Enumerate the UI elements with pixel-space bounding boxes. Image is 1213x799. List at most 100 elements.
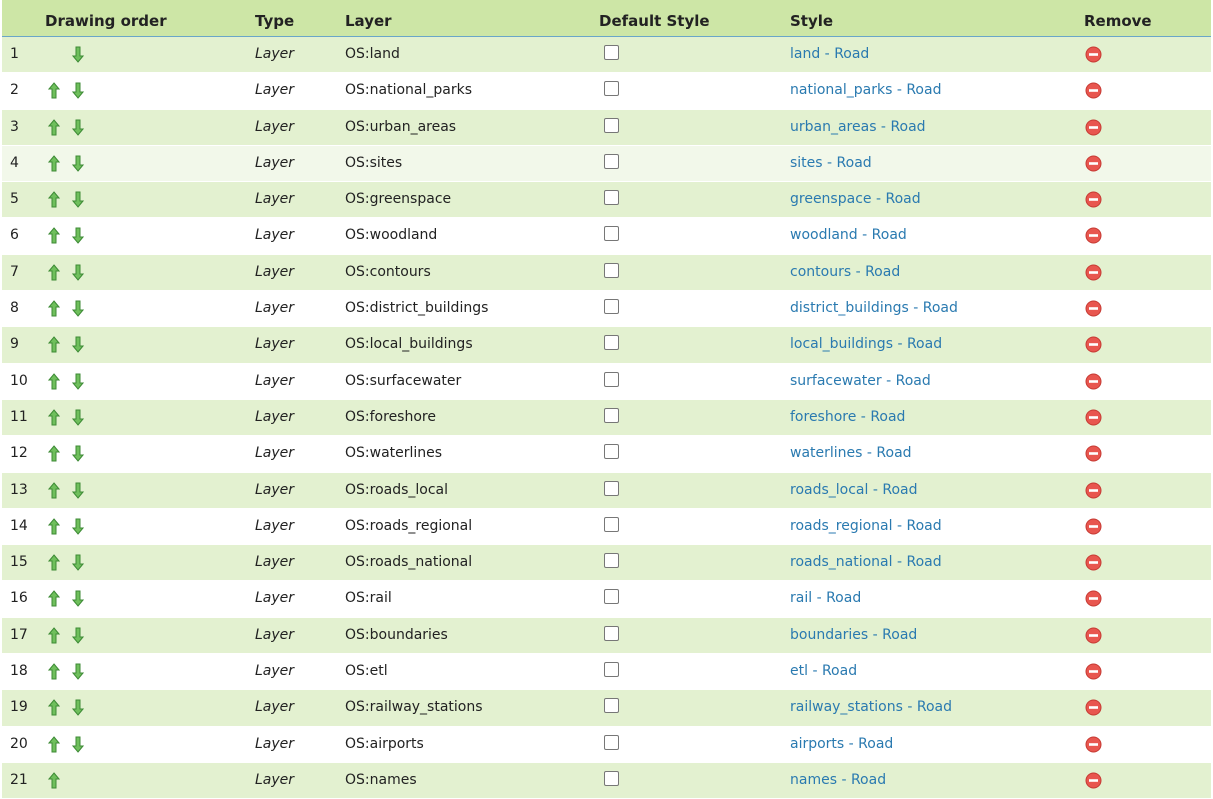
move-down-icon[interactable] <box>72 291 88 326</box>
default-style-checkbox[interactable] <box>604 37 619 72</box>
style-link-theme[interactable]: Road <box>865 264 900 280</box>
move-up-icon[interactable] <box>48 182 64 217</box>
move-up-icon[interactable] <box>48 509 64 544</box>
style-link[interactable]: woodland - Road <box>790 218 907 253</box>
style-link[interactable]: surfacewater - Road <box>790 364 931 399</box>
style-link-name[interactable]: greenspace <box>790 191 872 207</box>
style-link-theme[interactable]: Road <box>826 590 861 606</box>
move-down-icon[interactable] <box>72 690 88 725</box>
style-link[interactable]: foreshore - Road <box>790 400 905 435</box>
move-down-icon[interactable] <box>72 654 88 689</box>
move-up-icon[interactable] <box>48 400 64 435</box>
move-up-icon[interactable] <box>48 327 64 362</box>
style-link-name[interactable]: etl <box>790 663 808 679</box>
style-link-name[interactable]: boundaries <box>790 627 868 643</box>
header-style[interactable]: Style <box>790 12 833 30</box>
default-style-checkbox[interactable] <box>604 581 619 616</box>
move-down-icon[interactable] <box>72 255 88 290</box>
move-up-icon[interactable] <box>48 218 64 253</box>
default-style-checkbox[interactable] <box>604 182 619 217</box>
style-link-theme[interactable]: Road <box>834 46 869 62</box>
default-style-checkbox[interactable] <box>604 255 619 290</box>
move-up-icon[interactable] <box>48 727 64 762</box>
remove-icon[interactable] <box>1085 690 1102 725</box>
move-down-icon[interactable] <box>72 436 88 471</box>
style-link-name[interactable]: roads_regional <box>790 518 893 534</box>
move-down-icon[interactable] <box>72 364 88 399</box>
move-up-icon[interactable] <box>48 545 64 580</box>
remove-icon[interactable] <box>1085 291 1102 326</box>
move-down-icon[interactable] <box>72 37 88 72</box>
style-link-name[interactable]: airports <box>790 736 844 752</box>
move-up-icon[interactable] <box>48 110 64 145</box>
default-style-checkbox[interactable] <box>604 727 619 762</box>
style-link[interactable]: national_parks - Road <box>790 73 941 108</box>
default-style-checkbox[interactable] <box>604 545 619 580</box>
style-link[interactable]: waterlines - Road <box>790 436 912 471</box>
style-link-theme[interactable]: Road <box>906 518 941 534</box>
move-down-icon[interactable] <box>72 73 88 108</box>
style-link-theme[interactable]: Road <box>917 699 952 715</box>
header-layer[interactable]: Layer <box>345 12 392 30</box>
style-link-name[interactable]: rail <box>790 590 812 606</box>
style-link-theme[interactable]: Road <box>923 300 958 316</box>
style-link-name[interactable]: woodland <box>790 227 858 243</box>
default-style-checkbox[interactable] <box>604 436 619 471</box>
remove-icon[interactable] <box>1085 763 1102 798</box>
default-style-checkbox[interactable] <box>604 73 619 108</box>
move-down-icon[interactable] <box>72 509 88 544</box>
move-down-icon[interactable] <box>72 727 88 762</box>
move-down-icon[interactable] <box>72 400 88 435</box>
remove-icon[interactable] <box>1085 509 1102 544</box>
default-style-checkbox[interactable] <box>604 291 619 326</box>
move-up-icon[interactable] <box>48 255 64 290</box>
default-style-checkbox[interactable] <box>604 146 619 181</box>
style-link-theme[interactable]: Road <box>906 554 941 570</box>
default-style-checkbox[interactable] <box>604 110 619 145</box>
style-link-theme[interactable]: Road <box>890 119 925 135</box>
remove-icon[interactable] <box>1085 110 1102 145</box>
default-style-checkbox[interactable] <box>604 364 619 399</box>
style-link[interactable]: railway_stations - Road <box>790 690 952 725</box>
remove-icon[interactable] <box>1085 436 1102 471</box>
default-style-checkbox[interactable] <box>604 327 619 362</box>
move-down-icon[interactable] <box>72 473 88 508</box>
remove-icon[interactable] <box>1085 581 1102 616</box>
style-link[interactable]: roads_regional - Road <box>790 509 942 544</box>
style-link-theme[interactable]: Road <box>876 445 911 461</box>
style-link[interactable]: airports - Road <box>790 727 893 762</box>
default-style-checkbox[interactable] <box>604 763 619 798</box>
move-up-icon[interactable] <box>48 291 64 326</box>
style-link[interactable]: etl - Road <box>790 654 857 689</box>
style-link[interactable]: rail - Road <box>790 581 861 616</box>
style-link-theme[interactable]: Road <box>885 191 920 207</box>
style-link[interactable]: roads_national - Road <box>790 545 942 580</box>
style-link-name[interactable]: contours <box>790 264 851 280</box>
move-up-icon[interactable] <box>48 654 64 689</box>
move-up-icon[interactable] <box>48 690 64 725</box>
style-link-name[interactable]: local_buildings <box>790 336 893 352</box>
move-down-icon[interactable] <box>72 110 88 145</box>
style-link-theme[interactable]: Road <box>858 736 893 752</box>
style-link-name[interactable]: land <box>790 46 820 62</box>
move-up-icon[interactable] <box>48 364 64 399</box>
default-style-checkbox[interactable] <box>604 654 619 689</box>
remove-icon[interactable] <box>1085 545 1102 580</box>
style-link-name[interactable]: urban_areas <box>790 119 876 135</box>
move-down-icon[interactable] <box>72 182 88 217</box>
header-default-style[interactable]: Default Style <box>599 12 710 30</box>
remove-icon[interactable] <box>1085 218 1102 253</box>
remove-icon[interactable] <box>1085 400 1102 435</box>
remove-icon[interactable] <box>1085 654 1102 689</box>
remove-icon[interactable] <box>1085 327 1102 362</box>
style-link-name[interactable]: foreshore <box>790 409 856 425</box>
style-link-name[interactable]: names <box>790 772 837 788</box>
move-down-icon[interactable] <box>72 218 88 253</box>
style-link-name[interactable]: national_parks <box>790 82 892 98</box>
default-style-checkbox[interactable] <box>604 690 619 725</box>
style-link-name[interactable]: roads_national <box>790 554 893 570</box>
remove-icon[interactable] <box>1085 473 1102 508</box>
move-up-icon[interactable] <box>48 618 64 653</box>
style-link-theme[interactable]: Road <box>851 772 886 788</box>
remove-icon[interactable] <box>1085 255 1102 290</box>
